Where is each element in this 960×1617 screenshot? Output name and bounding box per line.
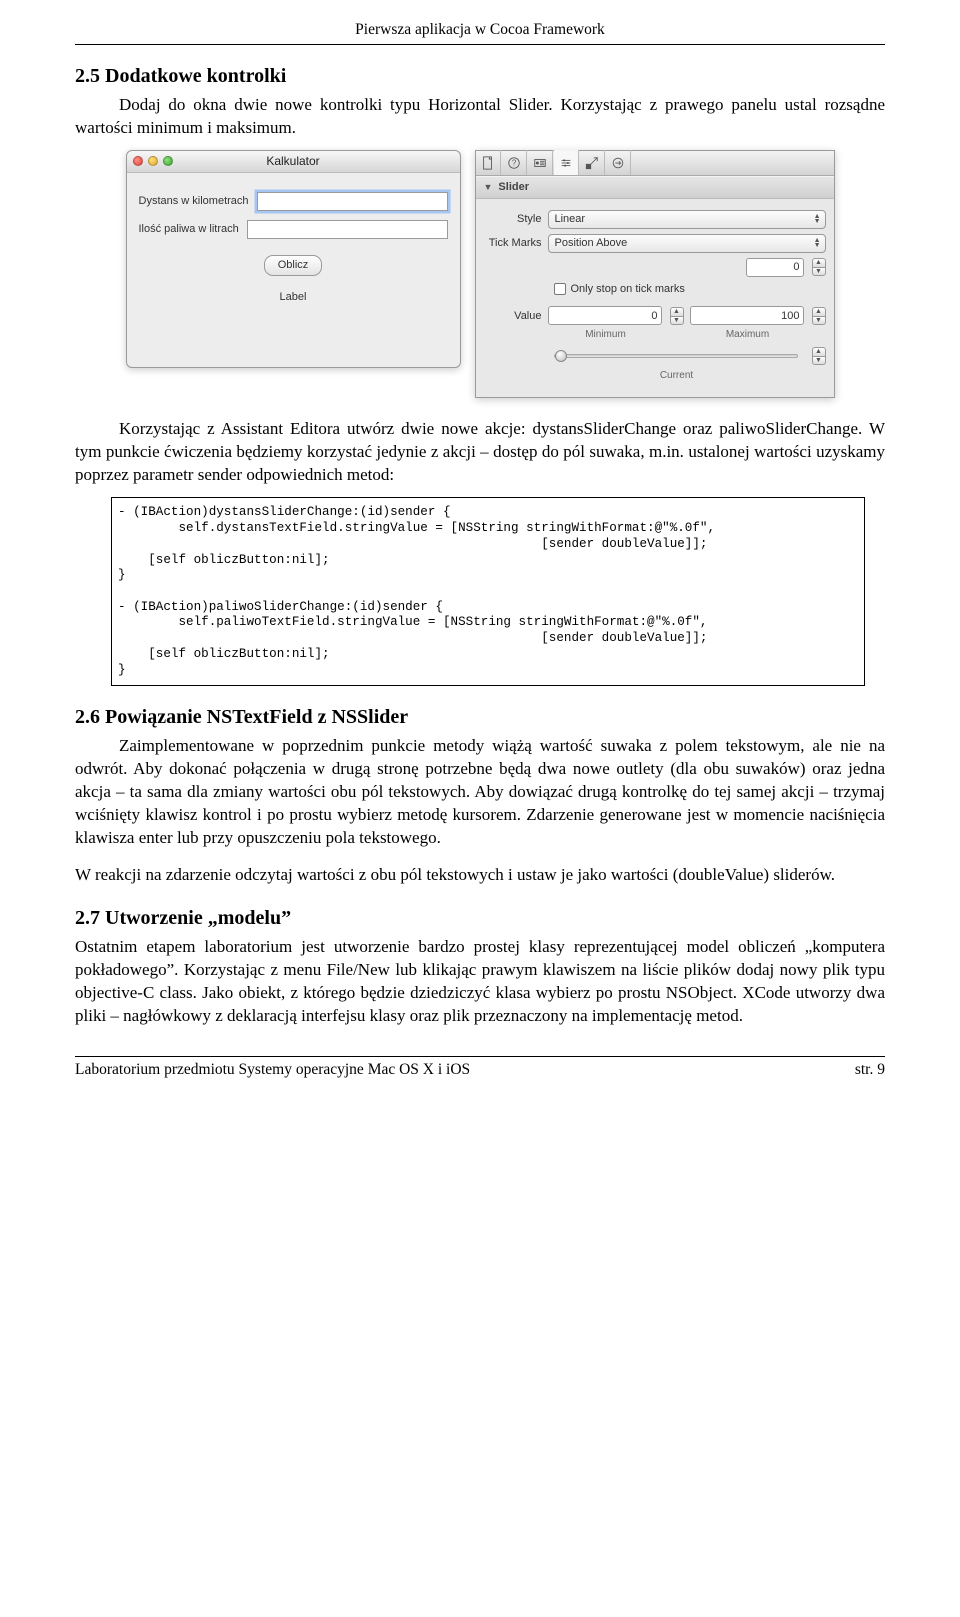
para-2-5-2: Korzystając z Assistant Editora utwórz d… <box>75 418 885 487</box>
disclosure-triangle-icon[interactable]: ▼ <box>484 181 493 193</box>
slider-current[interactable] <box>554 354 798 358</box>
field-value-max[interactable]: 100 <box>690 306 804 325</box>
inspector-tab-file-icon[interactable] <box>476 150 501 175</box>
label-dystans: Dystans w kilometrach <box>139 194 249 209</box>
para-2-5-1: Dodaj do okna dwie nowe kontrolki typu H… <box>75 94 885 140</box>
input-dystans[interactable] <box>257 192 448 211</box>
label-style: Style <box>484 212 542 227</box>
result-label: Label <box>258 286 328 320</box>
chevron-updown-icon: ▲▼ <box>814 214 821 224</box>
sublabel-current: Current <box>548 369 806 383</box>
slider-knob[interactable] <box>555 350 567 362</box>
checkbox-only-stop[interactable] <box>554 283 566 295</box>
inspector-tab-size-icon[interactable] <box>580 150 605 175</box>
inspector-section-title: Slider <box>498 180 529 195</box>
inspector-tab-attributes-icon[interactable] <box>554 150 579 175</box>
inspector-tab-help-icon[interactable]: ? <box>502 150 527 175</box>
footer-right: str. 9 <box>855 1060 885 1081</box>
code-block: - (IBAction)dystansSliderChange:(id)send… <box>111 497 865 686</box>
kalkulator-window: Kalkulator Dystans w kilometrach Ilość p… <box>126 150 461 368</box>
svg-text:?: ? <box>511 158 516 167</box>
heading-2-6: 2.6 Powiązanie NSTextField z NSSlider <box>75 704 885 731</box>
popup-style[interactable]: Linear ▲▼ <box>548 210 826 229</box>
heading-2-5: 2.5 Dodatkowe kontrolki <box>75 63 885 90</box>
inspector-tab-connections-icon[interactable] <box>606 150 631 175</box>
label-only-stop: Only stop on tick marks <box>571 282 685 297</box>
stepper-value-min[interactable]: ▲▼ <box>670 306 684 325</box>
footer-left: Laboratorium przedmiotu Systemy operacyj… <box>75 1060 470 1081</box>
page-footer: Laboratorium przedmiotu Systemy operacyj… <box>75 1056 885 1081</box>
input-paliwo[interactable] <box>247 220 448 239</box>
inspector-panel: ? ▼ Slider Style Linear <box>475 150 835 399</box>
label-value: Value <box>484 309 542 324</box>
screenshot-row: Kalkulator Dystans w kilometrach Ilość p… <box>75 150 885 399</box>
para-2-7-1: Ostatnim etapem laboratorium jest utworz… <box>75 936 885 1028</box>
chevron-updown-icon: ▲▼ <box>814 238 821 248</box>
page-header: Pierwsza aplikacja w Cocoa Framework <box>75 20 885 45</box>
field-tick-count[interactable]: 0 <box>746 258 804 277</box>
para-2-6-2: W reakcji na zdarzenie odczytaj wartości… <box>75 864 885 887</box>
popup-tickmarks[interactable]: Position Above ▲▼ <box>548 234 826 253</box>
label-paliwo: Ilość paliwa w litrach <box>139 222 239 237</box>
stepper-tick-count[interactable]: ▲▼ <box>812 258 826 277</box>
inspector-tab-identity-icon[interactable] <box>528 150 553 175</box>
stepper-current[interactable]: ▲▼ <box>812 347 826 366</box>
window-title: Kalkulator <box>127 153 460 169</box>
heading-2-7: 2.7 Utworzenie „modelu” <box>75 905 885 932</box>
popup-tickmarks-value: Position Above <box>555 236 628 251</box>
oblicz-button[interactable]: Oblicz <box>264 255 323 276</box>
window-titlebar: Kalkulator <box>127 151 460 173</box>
label-tickmarks: Tick Marks <box>484 236 542 251</box>
inspector-section-slider[interactable]: ▼ Slider <box>476 176 834 199</box>
sublabel-minimum: Minimum <box>548 328 664 342</box>
popup-style-value: Linear <box>555 212 586 227</box>
stepper-value-max[interactable]: ▲▼ <box>812 306 826 325</box>
para-2-6-1: Zaimplementowane w poprzednim punkcie me… <box>75 735 885 850</box>
inspector-toolbar: ? <box>476 151 834 176</box>
field-value-min[interactable]: 0 <box>548 306 662 325</box>
sublabel-maximum: Maximum <box>690 328 806 342</box>
